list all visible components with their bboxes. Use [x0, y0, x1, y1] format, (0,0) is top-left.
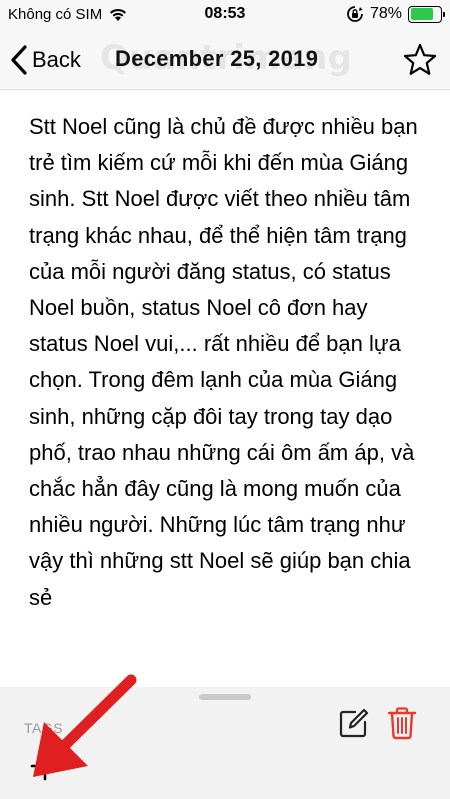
back-label: Back	[32, 47, 81, 72]
star-icon	[403, 43, 437, 75]
battery-percent: 78%	[369, 5, 402, 22]
back-button[interactable]: Back	[8, 40, 81, 80]
screen: Không có SIM 08:53 78% Quantrimang Back …	[0, 0, 450, 799]
favorite-button[interactable]	[402, 42, 438, 78]
sheet-grabber[interactable]	[199, 694, 251, 700]
battery-fill	[410, 8, 434, 20]
tags-label: TAGS	[24, 720, 64, 736]
rotation-lock-icon	[347, 6, 363, 22]
chevron-left-icon	[11, 45, 27, 75]
bottom-sheet: TAGS	[0, 687, 450, 799]
status-right: 78%	[346, 5, 445, 23]
nav-bar: Quantrimang Back December 25, 2019	[0, 30, 450, 90]
add-tag-button[interactable]	[28, 749, 62, 783]
plus-icon	[30, 751, 60, 781]
battery-icon	[408, 5, 445, 23]
delete-button[interactable]	[384, 705, 420, 741]
note-body-text[interactable]: Stt Noel cũng là chủ đề được nhiều bạn t…	[29, 109, 424, 616]
edit-icon	[339, 708, 369, 738]
trash-icon	[387, 707, 417, 740]
page-title: December 25, 2019	[115, 46, 319, 71]
status-bar: Không có SIM 08:53 78%	[0, 0, 450, 30]
edit-button[interactable]	[338, 707, 370, 739]
note-content[interactable]: Stt Noel cũng là chủ đề được nhiều bạn t…	[0, 91, 450, 687]
